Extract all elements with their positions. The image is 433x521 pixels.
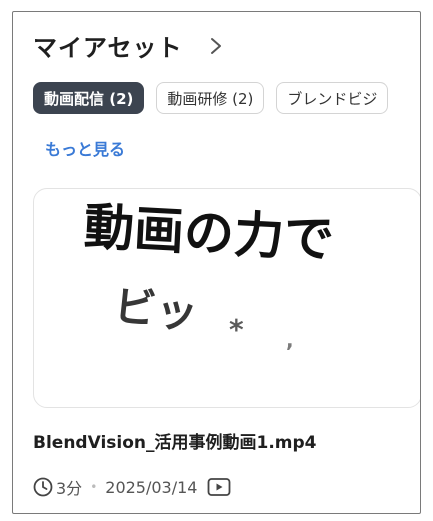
thumbnail-blur-2: , <box>286 328 294 352</box>
video-duration: 3分 <box>56 479 83 498</box>
tab-bar: 動画配信 (2) 動画研修 (2) ブレンドビジ <box>33 82 389 114</box>
thumbnail-artwork: 動画の力で ビッ * , <box>83 198 336 352</box>
section-title: マイアセット <box>33 34 183 62</box>
separator-dot: • <box>90 480 98 494</box>
my-assets-card: マイアセット 動画配信 (2) 動画研修 (2) ブレンドビジ もっと見る 動画… <box>12 11 421 514</box>
video-title[interactable]: BlendVision_活用事例動画1.mp4 <box>33 428 317 453</box>
thumbnail-blur-1: * <box>229 313 244 346</box>
video-meta: 3分 • 2025/03/14 <box>33 475 231 499</box>
tab-video-distribution[interactable]: 動画配信 (2) <box>33 82 145 114</box>
video-thumbnail[interactable]: 動画の力で ビッ * , <box>33 188 420 408</box>
thumbnail-line-1: 動画の力で <box>83 198 336 269</box>
section-header[interactable]: マイアセット <box>33 28 223 63</box>
chevron-right-icon[interactable] <box>209 36 223 56</box>
play-video-icon <box>208 478 231 496</box>
tab-blend-business[interactable]: ブレンドビジ <box>276 82 389 114</box>
video-date: 2025/03/14 <box>105 477 198 497</box>
thumbnail-line-2: ビッ <box>112 281 201 339</box>
tab-video-training[interactable]: 動画研修 (2) <box>156 82 265 114</box>
see-more-link[interactable]: もっと見る <box>45 136 125 160</box>
clock-icon <box>33 477 53 497</box>
